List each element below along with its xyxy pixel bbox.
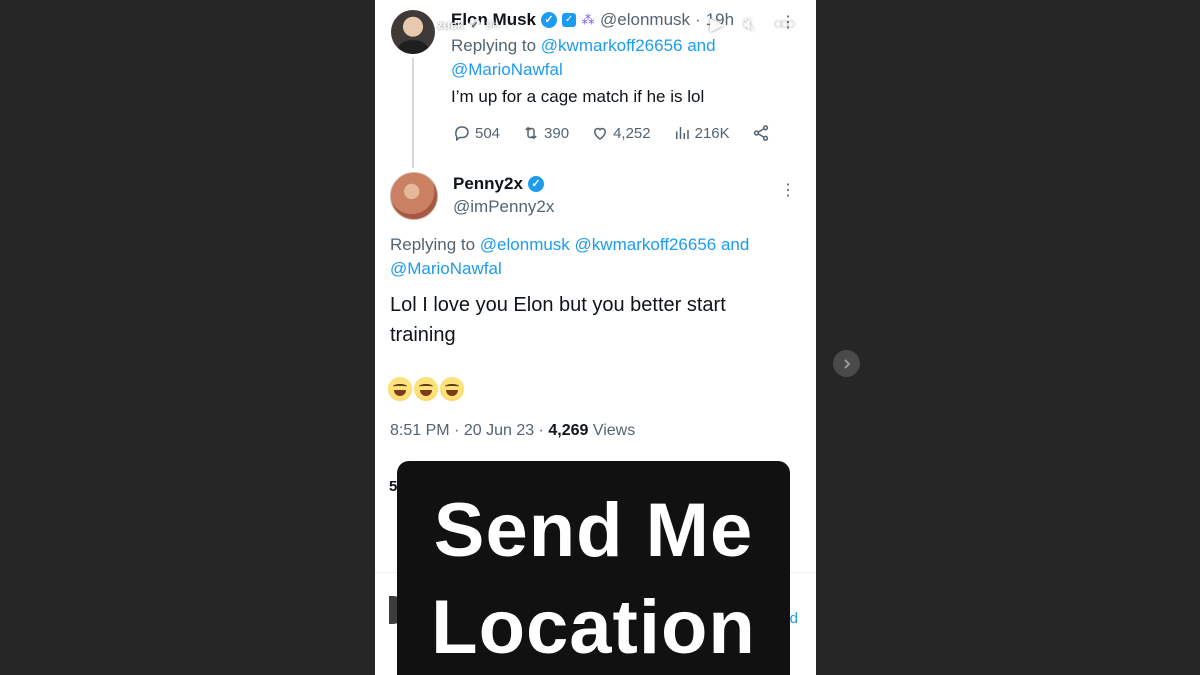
like-count: 4,252 [613, 124, 651, 142]
mention-link[interactable]: @MarioNawfal [390, 259, 502, 278]
penny-name-row: Penny2x ✓ [453, 174, 544, 194]
chevron-right-icon [843, 358, 850, 369]
mention-link[interactable]: @kwmarkoff26656 [575, 235, 717, 254]
repost-count: 390 [544, 124, 570, 142]
elon-avatar[interactable] [391, 10, 435, 54]
heart-icon [594, 127, 607, 140]
penny-tweet-text: Lol I love you Elon but you better start… [390, 290, 790, 350]
play-icon[interactable]: ▶ [710, 14, 724, 35]
like-button[interactable]: 4,252 [591, 124, 651, 142]
penny-avatar[interactable] [390, 172, 438, 220]
penny-handle[interactable]: @imPenny2x [453, 197, 554, 217]
penny-display-name[interactable]: Penny2x [453, 174, 523, 194]
story-time: 9h [485, 18, 500, 32]
penny-tweet-meta: 8:51 PM · 20 Jun 23 · 4,269 Views [390, 422, 635, 440]
share-icon [753, 125, 768, 141]
affiliate-badge-icon: ✓ [562, 13, 577, 27]
elon-tweet-text: I’m up for a cage match if he is lol [451, 87, 705, 106]
penny-replying-to: Replying to @elonmusk @kwmarkoff26656 an… [390, 233, 810, 281]
mention-link[interactable]: @elonmusk [480, 235, 570, 254]
mention-link[interactable]: @MarioNawfal [451, 60, 563, 79]
repost-icon [525, 126, 537, 140]
meta-sep: · [454, 422, 460, 439]
verified-badge-icon: ✓ [541, 12, 558, 28]
elon-handle[interactable]: @elonmusk [600, 10, 690, 30]
next-story-button[interactable] [833, 350, 860, 377]
thread-line [412, 58, 414, 168]
repost-button[interactable]: 390 [522, 124, 569, 142]
story-verified-icon: ✓ [468, 19, 481, 31]
partial-link: d [789, 610, 798, 627]
laughing-emojis [388, 377, 464, 401]
share-button[interactable] [752, 124, 770, 142]
tweet-views-count: 4,269 [548, 422, 589, 439]
tweet-time[interactable]: 8:51 PM [390, 422, 450, 439]
story-user[interactable]: zuck ✓ 9h [437, 18, 499, 32]
reply-button[interactable]: 504 [453, 124, 500, 142]
penny-text-line: Lol I love you Elon but you better start [390, 294, 726, 316]
sticker-line-2: Location [431, 585, 756, 670]
laughing-emoji-icon [440, 377, 464, 401]
penny-more-icon[interactable]: ⋮ [780, 180, 796, 200]
replying-label: Replying to [390, 235, 476, 254]
and-word: and [687, 36, 716, 55]
location-sticker[interactable]: Send Me Location [397, 461, 790, 675]
views-button[interactable]: 216K [673, 124, 730, 142]
tweet-date[interactable]: 20 Jun 23 [464, 422, 534, 439]
laughing-emoji-icon [414, 377, 438, 401]
laughing-emoji-icon [388, 377, 412, 401]
reply-count: 504 [475, 124, 501, 142]
replying-label: Replying to [451, 36, 537, 55]
mute-icon[interactable]: 🔇︎ [744, 14, 755, 35]
elon-action-bar: 504 390 4,252 216K [453, 122, 783, 144]
penny-text-line: training [390, 324, 456, 346]
story-controls: ▶ 🔇︎ ••• [710, 14, 794, 35]
x-affiliation-icon: ⁂ [581, 12, 595, 27]
story-username[interactable]: zuck [437, 18, 464, 32]
tweet-views-label: Views [592, 422, 636, 439]
mention-link[interactable]: @kwmarkoff26656 [541, 36, 683, 55]
meta-sep: · [538, 422, 544, 439]
story-frame: Elon Musk ✓ ✓ ⁂ @elonmusk · 19h ⋮ zuck ✓… [375, 0, 816, 675]
elon-replying-to: Replying to @kwmarkoff26656 and @MarioNa… [451, 34, 781, 82]
verified-badge-icon: ✓ [527, 176, 544, 192]
reply-icon [455, 126, 469, 142]
and-word: and [720, 235, 750, 254]
sticker-line-1: Send Me [433, 488, 754, 573]
views-count: 216K [694, 124, 730, 142]
analytics-icon [675, 127, 689, 139]
more-icon[interactable]: ••• [775, 14, 794, 35]
elon-sep: · [695, 10, 701, 29]
